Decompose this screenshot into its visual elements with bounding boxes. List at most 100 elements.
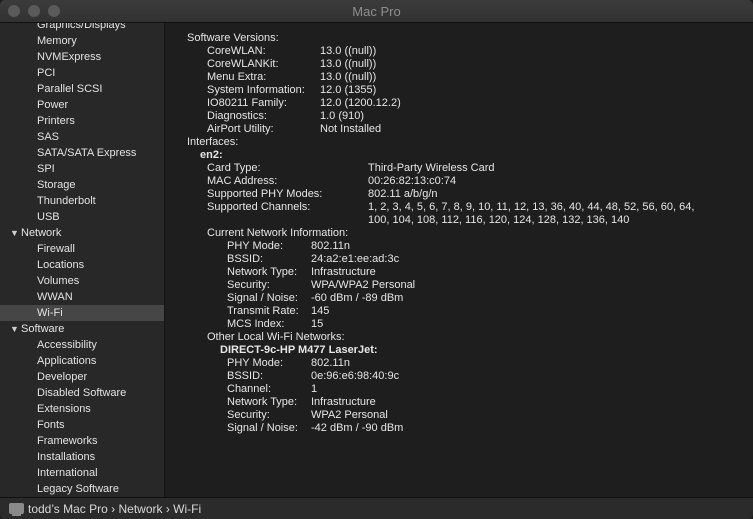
- info-key: CoreWLANKit:: [207, 58, 279, 70]
- sidebar-item-label: Extensions: [37, 403, 91, 415]
- sidebar-item-label: Locations: [37, 259, 85, 271]
- sidebar-item-wwan[interactable]: WWAN: [0, 289, 164, 305]
- info-value: 1: [311, 383, 318, 395]
- sidebar-item-legacy-software[interactable]: Legacy Software: [0, 481, 164, 497]
- info-key: PHY Mode:: [227, 240, 284, 252]
- sidebar-section-network[interactable]: ▼ Network: [0, 225, 164, 241]
- computer-icon: [9, 503, 24, 516]
- sidebar-item-label: Parallel SCSI: [37, 83, 103, 95]
- info-key: Other Local Wi-Fi Networks:: [207, 331, 345, 343]
- sidebar-item-international[interactable]: International: [0, 465, 164, 481]
- sidebar-item-developer[interactable]: Developer: [0, 369, 164, 385]
- sidebar-item-sata-sata-express[interactable]: SATA/SATA Express: [0, 145, 164, 161]
- sidebar-item-label: Fonts: [37, 419, 65, 431]
- info-key: MAC Address:: [207, 175, 278, 187]
- sidebar-item-nvmexpress[interactable]: NVMExpress: [0, 49, 164, 65]
- sidebar-item-label: Accessibility: [37, 339, 97, 351]
- sidebar[interactable]: Graphics/Displays Memory NVMExpress PCI Para…: [0, 23, 165, 497]
- sidebar-item-volumes[interactable]: Volumes: [0, 273, 164, 289]
- info-key: System Information:: [207, 84, 305, 96]
- sidebar-item-label: PCI: [37, 67, 56, 79]
- info-value: WPA2 Personal: [311, 409, 388, 421]
- info-value: Third-Party Wireless Card: [368, 162, 495, 174]
- info-key: Network Type:: [227, 266, 298, 278]
- info-value: 13.0 ((null)): [320, 71, 377, 83]
- info-value: Infrastructure: [311, 396, 376, 408]
- info-value: 13.0 ((null)): [320, 45, 377, 57]
- sidebar-item-label: SAS: [37, 131, 60, 143]
- sidebar-item-locations[interactable]: Locations: [0, 257, 164, 273]
- sidebar-item-sas[interactable]: SAS: [0, 129, 164, 145]
- sidebar-item-storage[interactable]: Storage: [0, 177, 164, 193]
- sidebar-item-label: Volumes: [37, 275, 80, 287]
- info-value: 12.0 (1200.12.2): [320, 97, 401, 109]
- sidebar-item-fonts[interactable]: Fonts: [0, 417, 164, 433]
- sidebar-item-label: Thunderbolt: [37, 195, 96, 207]
- info-value: -60 dBm / -89 dBm: [311, 292, 404, 304]
- sidebar-item-thunderbolt[interactable]: Thunderbolt: [0, 193, 164, 209]
- info-key: BSSID:: [227, 253, 264, 265]
- info-key: Security:: [227, 409, 270, 421]
- info-value: 802.11 a/b/g/n: [368, 188, 438, 200]
- sidebar-item-installations[interactable]: Installations: [0, 449, 164, 465]
- info-key: DIRECT-9c-HP M477 LaserJet:: [220, 344, 378, 356]
- sidebar-item-label: Firewall: [37, 243, 75, 255]
- sidebar-item-label: Applications: [37, 355, 97, 367]
- info-key: MCS Index:: [227, 318, 285, 330]
- sidebar-item-disabled-software[interactable]: Disabled Software: [0, 385, 164, 401]
- breadcrumb: todd’s Mac Pro › Network › Wi-Fi: [28, 502, 202, 516]
- sidebar-item-label: WWAN: [37, 291, 73, 303]
- window-title: Mac Pro: [352, 4, 401, 19]
- sidebar-item-label: International: [37, 467, 98, 479]
- sidebar-item-label: Power: [37, 99, 69, 111]
- info-value: -42 dBm / -90 dBm: [311, 422, 404, 434]
- info-value: 15: [311, 318, 324, 330]
- sidebar-item-memory[interactable]: Memory: [0, 33, 164, 49]
- sidebar-item-extensions[interactable]: Extensions: [0, 401, 164, 417]
- sidebar-item-spi[interactable]: SPI: [0, 161, 164, 177]
- info-value: 12.0 (1355): [320, 84, 377, 96]
- sidebar-item-pci[interactable]: PCI: [0, 65, 164, 81]
- sidebar-item-printers[interactable]: Printers: [0, 113, 164, 129]
- status-bar: todd’s Mac Pro › Network › Wi-Fi: [0, 497, 753, 519]
- sidebar-item-applications[interactable]: Applications: [0, 353, 164, 369]
- disclosure-triangle-icon[interactable]: ▼: [10, 225, 21, 241]
- sidebar-item-label: Graphics/Displays: [37, 23, 126, 31]
- info-value: 0e:96:e6:98:40:9c: [311, 370, 400, 382]
- info-key: Security:: [227, 279, 270, 291]
- sidebar-item-usb[interactable]: USB: [0, 209, 164, 225]
- info-value: Infrastructure: [311, 266, 376, 278]
- info-value: Not Installed: [320, 123, 382, 135]
- info-key: Network Type:: [227, 396, 298, 408]
- system-information-window: Mac Pro Graphics/Displays Memory NVMExpres…: [0, 0, 753, 519]
- sidebar-item-wi-fi[interactable]: Wi-Fi: [0, 305, 164, 321]
- info-key: Transmit Rate:: [227, 305, 299, 317]
- info-value: WPA/WPA2 Personal: [311, 279, 416, 291]
- sidebar-item-graphics-displays[interactable]: Graphics/Displays: [0, 23, 164, 33]
- sidebar-item-label: Developer: [37, 371, 88, 383]
- sidebar-item-label: Frameworks: [37, 435, 98, 447]
- info-key: Diagnostics:: [207, 110, 267, 122]
- info-key: en2:: [200, 149, 223, 161]
- sidebar-item-label: Printers: [37, 115, 75, 127]
- info-key: IO80211 Family:: [207, 97, 287, 109]
- info-key: Supported PHY Modes:: [207, 188, 323, 200]
- sidebar-item-label: Legacy Software: [37, 483, 119, 495]
- sidebar-item-label: Wi-Fi: [37, 307, 63, 319]
- sidebar-item-label: Storage: [37, 179, 76, 191]
- sidebar-item-frameworks[interactable]: Frameworks: [0, 433, 164, 449]
- sidebar-section-software[interactable]: ▼ Software: [0, 321, 164, 337]
- sidebar-item-power[interactable]: Power: [0, 97, 164, 113]
- info-key: Current Network Information:: [207, 227, 349, 239]
- sidebar-item-firewall[interactable]: Firewall: [0, 241, 164, 257]
- sidebar-item-accessibility[interactable]: Accessibility: [0, 337, 164, 353]
- info-key: CoreWLAN:: [207, 45, 266, 57]
- info-value: 100, 104, 108, 112, 116, 120, 124, 128, …: [368, 214, 630, 226]
- info-key: PHY Mode:: [227, 357, 284, 369]
- sidebar-item-parallel-scsi[interactable]: Parallel SCSI: [0, 81, 164, 97]
- info-key: Channel:: [227, 383, 272, 395]
- info-key: Software Versions:: [187, 32, 279, 44]
- disclosure-triangle-icon[interactable]: ▼: [10, 321, 21, 337]
- sidebar-item-label: USB: [37, 211, 60, 223]
- info-key: Menu Extra:: [207, 71, 267, 83]
